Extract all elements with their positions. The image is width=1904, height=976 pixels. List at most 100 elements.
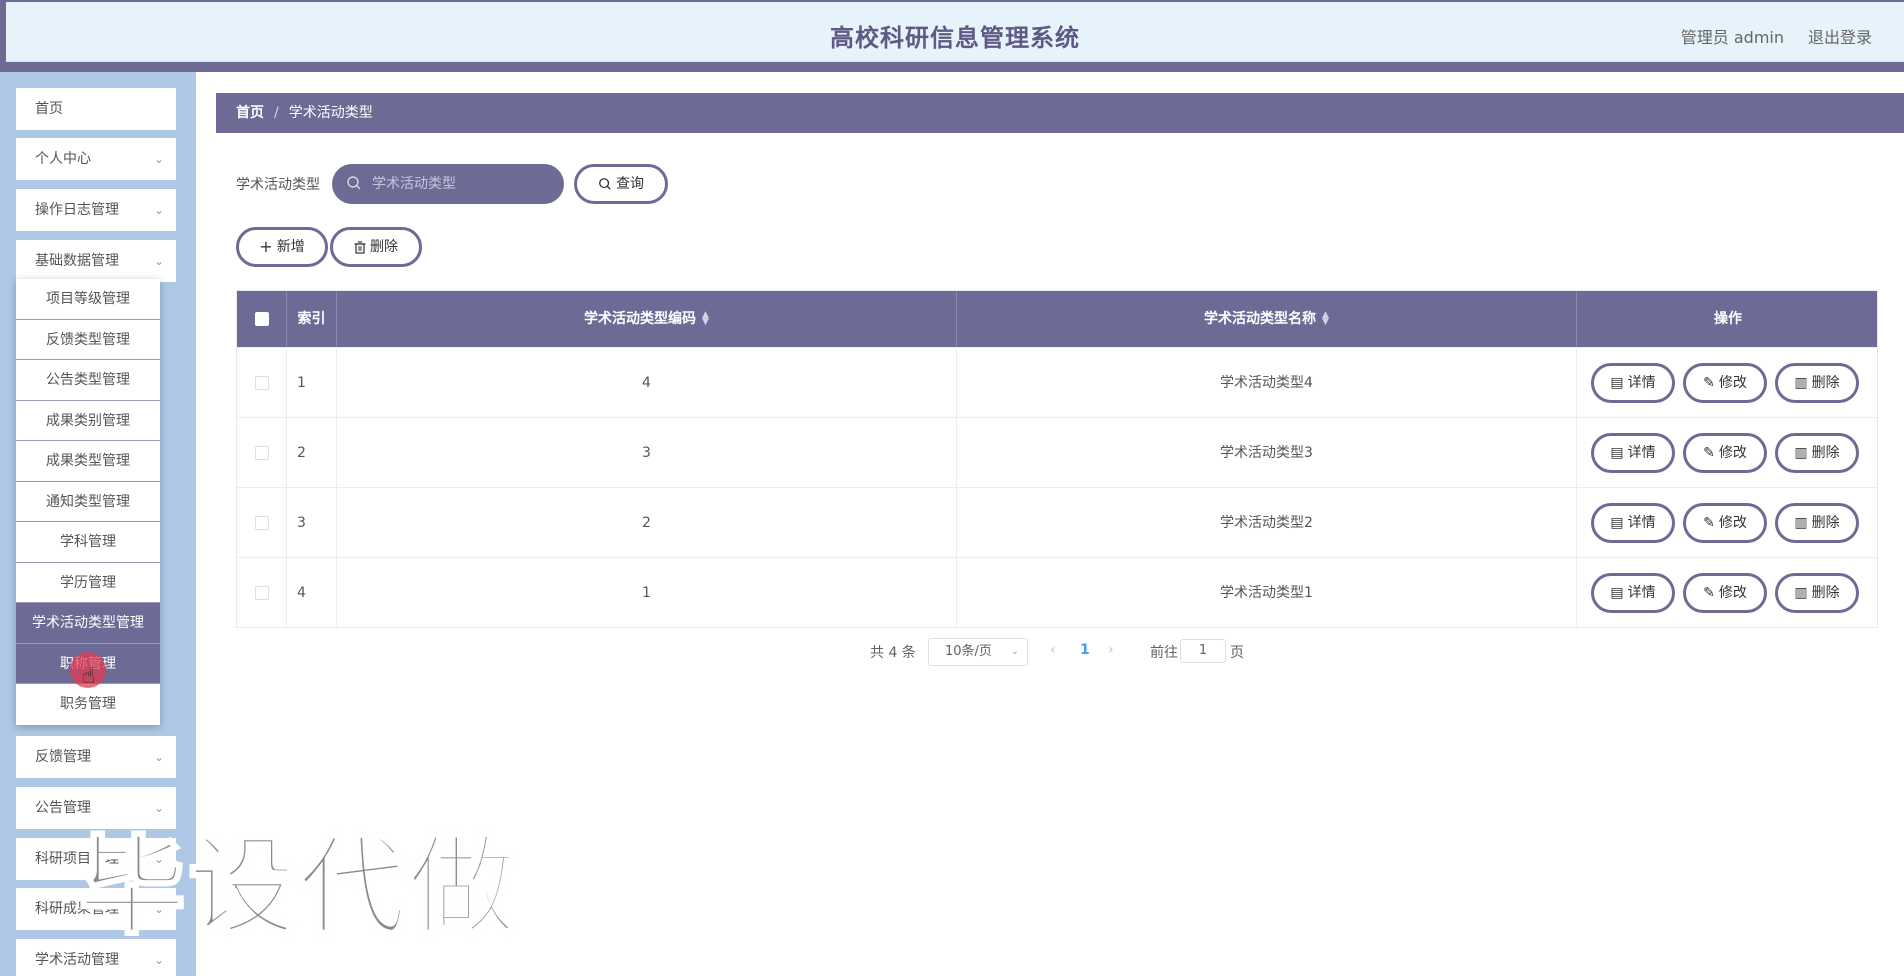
page-size-value: 10条/页 xyxy=(945,644,992,659)
delete-button[interactable]: ▥ 删除 xyxy=(1775,433,1859,473)
goto-page-input[interactable]: 1 xyxy=(1180,639,1226,663)
detail-button[interactable]: ▤ 详情 xyxy=(1591,573,1675,613)
pencil-icon: ✎ xyxy=(1703,375,1715,391)
trash-icon: ▥ xyxy=(1794,445,1808,461)
prev-page-button[interactable]: ‹ xyxy=(1050,642,1056,658)
row-select-cell xyxy=(237,488,287,558)
submenu-item-education[interactable]: 学历管理 xyxy=(16,563,160,603)
trash-icon xyxy=(354,240,366,254)
trash-icon: ▥ xyxy=(1794,375,1808,391)
sort-icon[interactable]: ▲ ▼ xyxy=(1322,311,1329,327)
edit-button[interactable]: ✎ 修改 xyxy=(1683,433,1767,473)
batch-delete-button-label: 删除 xyxy=(370,239,398,255)
goto-label: 前往 xyxy=(1150,645,1178,661)
sidebar-item-feedback[interactable]: 反馈管理 ⌄ xyxy=(16,736,176,778)
edit-button[interactable]: ✎ 修改 xyxy=(1683,573,1767,613)
delete-button[interactable]: ▥ 删除 xyxy=(1775,503,1859,543)
sidebar-item-basic-data[interactable]: 基础数据管理 ⌄ xyxy=(16,240,176,282)
edit-button[interactable]: ✎ 修改 xyxy=(1683,503,1767,543)
name-cell: 学术活动类型1 xyxy=(957,558,1577,628)
submenu-item-achievement-type[interactable]: 成果类型管理 xyxy=(16,441,160,482)
sidebar-item-label: 首页 xyxy=(35,101,63,117)
logout-link[interactable]: 退出登录 xyxy=(1808,24,1872,48)
column-header-code[interactable]: 学术活动类型编码 ▲ ▼ xyxy=(337,291,957,347)
delete-button[interactable]: ▥ 删除 xyxy=(1775,363,1859,403)
detail-button-label: 详情 xyxy=(1627,375,1656,391)
sort-icon[interactable]: ▲ ▼ xyxy=(702,311,709,327)
top-bar: 高校科研信息管理系统 管理员 admin 退出登录 xyxy=(0,0,1904,72)
query-button[interactable]: 查询 xyxy=(574,164,668,204)
submenu-item-position[interactable]: 职务管理 xyxy=(16,684,160,725)
column-header-label: 学术活动类型名称 xyxy=(1204,311,1317,327)
actions-cell: ▤ 详情 ✎ 修改 ▥ 删除 xyxy=(1577,348,1879,418)
chevron-down-icon: ⌄ xyxy=(153,152,164,166)
row-checkbox[interactable] xyxy=(254,586,269,600)
add-button[interactable]: + 新增 xyxy=(236,227,328,267)
batch-delete-button[interactable]: 删除 xyxy=(330,227,422,267)
column-header-label: 学术活动类型编码 xyxy=(584,311,697,327)
sidebar-item-label: 个人中心 xyxy=(35,151,91,167)
edit-button-label: 修改 xyxy=(1718,445,1747,461)
search-icon xyxy=(347,176,361,190)
table-row: 2 3 学术活动类型3 ▤ 详情 ✎ 修改 ▥ 删除 xyxy=(237,417,1877,488)
submenu-item-project-level[interactable]: 项目等级管理 xyxy=(16,279,160,320)
user-info: 管理员 admin xyxy=(1680,28,1784,47)
breadcrumb: 首页 / 学术活动类型 xyxy=(216,93,1904,133)
header: 高校科研信息管理系统 管理员 admin 退出登录 xyxy=(6,2,1904,62)
sidebar-item-personal-center[interactable]: 个人中心 ⌄ xyxy=(16,138,176,180)
search-label: 学术活动类型 xyxy=(236,177,320,193)
submenu-item-notice-type[interactable]: 公告类型管理 xyxy=(16,360,160,401)
page-number-current[interactable]: 1 xyxy=(1080,642,1090,658)
search-input[interactable] xyxy=(372,164,552,204)
pagination-total: 共 4 条 xyxy=(870,645,916,661)
detail-button[interactable]: ▤ 详情 xyxy=(1591,433,1675,473)
table-row: 4 1 学术活动类型1 ▤ 详情 ✎ 修改 ▥ 删除 xyxy=(237,557,1879,628)
submenu-item-notification-type[interactable]: 通知类型管理 xyxy=(16,482,160,522)
code-cell: 2 xyxy=(337,488,957,558)
sidebar-item-home[interactable]: 首页 xyxy=(16,88,176,130)
page-size-select[interactable]: 10条/页 ⌄ xyxy=(928,638,1028,666)
document-icon: ▤ xyxy=(1610,585,1624,601)
pencil-icon: ✎ xyxy=(1703,515,1715,531)
detail-button[interactable]: ▤ 详情 xyxy=(1591,503,1675,543)
name-cell: 学术活动类型2 xyxy=(957,488,1577,558)
submenu-item-discipline[interactable]: 学科管理 xyxy=(16,522,160,563)
add-button-label: 新增 xyxy=(276,239,305,255)
breadcrumb-current: 学术活动类型 xyxy=(288,105,373,121)
delete-button-label: 删除 xyxy=(1811,445,1840,461)
actions-cell: ▤ 详情 ✎ 修改 ▥ 删除 xyxy=(1577,558,1879,628)
row-select-cell xyxy=(237,348,287,418)
breadcrumb-home[interactable]: 首页 xyxy=(236,105,264,121)
document-icon: ▤ xyxy=(1610,445,1624,461)
submenu-item-feedback-type[interactable]: 反馈类型管理 xyxy=(16,320,160,360)
detail-button[interactable]: ▤ 详情 xyxy=(1591,363,1675,403)
sidebar-item-operation-log[interactable]: 操作日志管理 ⌄ xyxy=(16,189,176,231)
table-header: 索引 学术活动类型编码 ▲ ▼ 学术活动类型名称 ▲ ▼ 操作 xyxy=(237,291,1877,347)
select-all-checkbox[interactable] xyxy=(254,312,269,326)
watermark: 毕设代做 xyxy=(76,824,519,952)
table-row: 1 4 学术活动类型4 ▤ 详情 ✎ 修改 ▥ 删除 xyxy=(237,347,1879,418)
next-page-button[interactable]: › xyxy=(1108,642,1114,658)
submenu-item-academic-activity-type[interactable]: 学术活动类型管理 xyxy=(16,603,160,644)
data-table: 索引 学术活动类型编码 ▲ ▼ 学术活动类型名称 ▲ ▼ 操作 1 4 学术活动类型4 … xyxy=(236,290,1878,628)
index-cell: 1 xyxy=(287,348,337,418)
chevron-down-icon: ⌄ xyxy=(153,203,164,217)
row-checkbox[interactable] xyxy=(254,516,269,530)
detail-button-label: 详情 xyxy=(1627,445,1656,461)
code-cell: 4 xyxy=(337,348,957,418)
sidebar-item-label: 基础数据管理 xyxy=(35,253,119,269)
delete-button[interactable]: ▥ 删除 xyxy=(1775,573,1859,613)
sidebar-item-label: 操作日志管理 xyxy=(35,202,119,218)
document-icon: ▤ xyxy=(1610,375,1624,391)
submenu-item-achievement-category[interactable]: 成果类别管理 xyxy=(16,401,160,441)
row-checkbox[interactable] xyxy=(254,376,269,390)
column-header-name[interactable]: 学术活动类型名称 ▲ ▼ xyxy=(957,291,1577,347)
delete-button-label: 删除 xyxy=(1811,515,1840,531)
index-cell: 4 xyxy=(287,558,337,628)
breadcrumb-separator: / xyxy=(274,105,279,121)
row-checkbox[interactable] xyxy=(254,446,269,460)
edit-button[interactable]: ✎ 修改 xyxy=(1683,363,1767,403)
actions-cell: ▤ 详情 ✎ 修改 ▥ 删除 xyxy=(1577,488,1879,558)
code-cell: 3 xyxy=(337,418,957,488)
code-cell: 1 xyxy=(337,558,957,628)
